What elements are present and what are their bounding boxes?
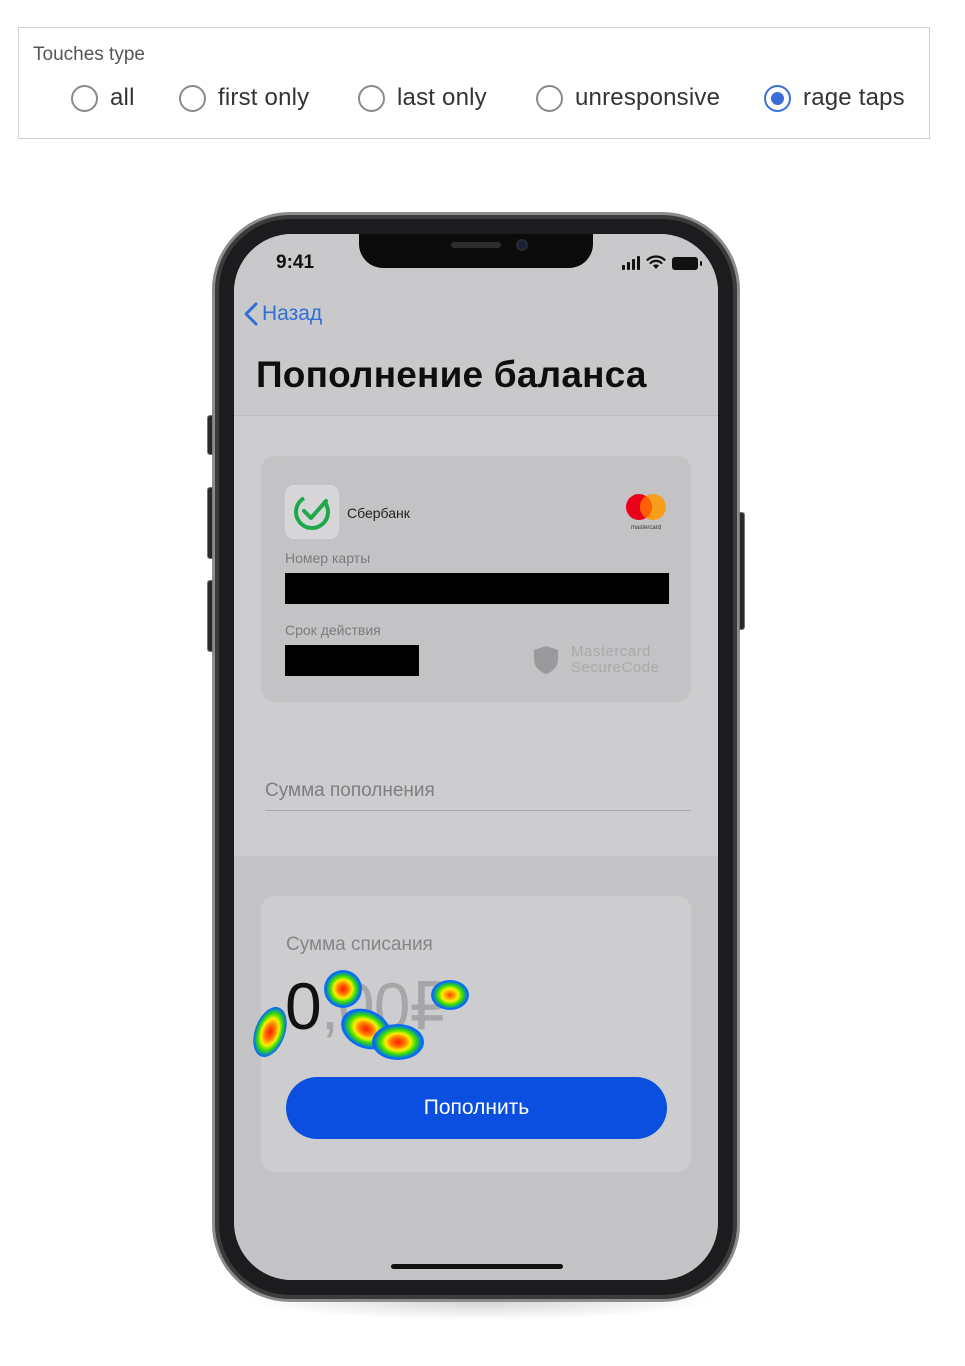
page-title: Пополнение баланса: [256, 354, 647, 395]
phone-notch: [359, 234, 593, 268]
mute-switch: [207, 415, 213, 455]
expiry-redacted: [285, 645, 419, 676]
volume-down-button: [207, 580, 213, 652]
securecode-line1: Mastercard: [571, 643, 652, 660]
volume-up-button: [207, 487, 213, 559]
home-indicator: [391, 1264, 563, 1269]
radio-label: rage taps: [803, 84, 905, 111]
debit-card: Сумма списания 0,00₽ Пополнить: [261, 896, 691, 1172]
touches-type-title: Touches type: [33, 44, 145, 65]
card-number-redacted: [285, 573, 669, 604]
radio-last-only[interactable]: last only: [358, 80, 487, 116]
radio-unresponsive[interactable]: unresponsive: [536, 80, 720, 116]
radio-checked-icon: [764, 84, 791, 112]
shield-icon: [534, 646, 558, 674]
expiry-label: Срок действия: [285, 622, 381, 638]
radio-circle-icon: [71, 84, 98, 112]
speaker-grille: [451, 242, 501, 248]
amount-input[interactable]: Сумма пополнения: [265, 780, 435, 802]
summary-section: Сумма списания 0,00₽ Пополнить: [234, 856, 718, 1280]
securecode-line2: SecureCode: [571, 659, 660, 676]
mastercard-securecode: Mastercard SecureCode: [533, 644, 659, 676]
radio-first-only[interactable]: first only: [179, 80, 309, 116]
card-number-label: Номер карты: [285, 550, 371, 566]
bank-card: Сбербанк mastercard Номер карты Срок дей…: [261, 456, 691, 702]
chevron-left-icon: [244, 302, 258, 326]
status-icons: [622, 254, 702, 270]
power-button: [739, 512, 745, 630]
sberbank-logo-icon: [285, 485, 339, 539]
radio-all[interactable]: all: [71, 80, 135, 116]
amount-input-underline: [265, 810, 691, 811]
debit-amount: 0,00₽: [285, 968, 452, 1045]
radio-circle-icon: [358, 84, 385, 112]
debit-amount-decimals: ,00₽: [320, 969, 452, 1043]
battery-icon: [672, 257, 702, 270]
mastercard-wordmark: mastercard: [630, 525, 661, 531]
touches-type-panel: Touches type all first only last only un…: [18, 27, 930, 139]
radio-label: first only: [218, 84, 310, 111]
debit-label: Сумма списания: [286, 934, 433, 955]
front-camera: [516, 239, 528, 251]
phone-screen: 9:41 Назад Пополнение баланса Сбербанк m…: [234, 234, 718, 1280]
touches-type-radio-group: all first only last only unresponsive ra…: [56, 80, 916, 116]
card-section: Сбербанк mastercard Номер карты Срок дей…: [234, 416, 718, 856]
status-time: 9:41: [276, 252, 315, 273]
radio-label: all: [110, 84, 135, 111]
radio-label: unresponsive: [575, 84, 721, 111]
debit-amount-whole: 0: [285, 969, 322, 1043]
cellular-signal-icon: [622, 256, 640, 270]
mastercard-logo-icon: mastercard: [621, 492, 671, 534]
back-button[interactable]: Назад: [244, 302, 322, 326]
radio-circle-icon: [536, 84, 563, 112]
bank-name: Сбербанк: [347, 505, 410, 521]
wifi-icon: [646, 255, 666, 269]
radio-label: last only: [397, 84, 487, 111]
topup-button[interactable]: Пополнить: [286, 1077, 667, 1139]
back-label: Назад: [262, 302, 323, 325]
radio-rage-taps[interactable]: rage taps: [764, 80, 905, 116]
radio-circle-icon: [179, 84, 206, 112]
